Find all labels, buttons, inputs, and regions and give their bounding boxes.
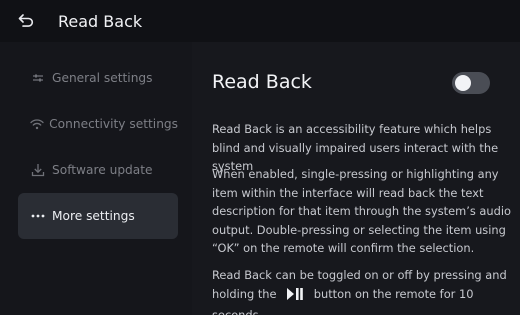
back-button[interactable] <box>0 0 52 42</box>
top-bar: Read Back <box>0 0 520 42</box>
download-icon <box>28 160 48 180</box>
sidebar-item-software-update[interactable]: Software update <box>18 147 178 193</box>
sidebar-item-connectivity-settings[interactable]: Connectivity settings <box>18 101 178 147</box>
usage-paragraph: When enabled, single-pressing or highlig… <box>212 167 511 255</box>
sidebar-item-label: General settings <box>52 71 153 85</box>
play-pause-icon <box>286 287 304 307</box>
page-title: Read Back <box>58 11 143 31</box>
read-back-toggle[interactable] <box>452 72 490 94</box>
more-dots-icon <box>28 206 48 226</box>
sidebar-item-general-settings[interactable]: General settings <box>18 55 178 101</box>
settings-sidebar: General settings Connectivity settings S… <box>0 42 192 315</box>
sidebar-item-more-settings[interactable]: More settings <box>18 193 178 239</box>
sliders-icon <box>28 68 48 88</box>
shortcut-paragraph: Read Back can be toggled on or off by pr… <box>212 266 512 315</box>
sidebar-item-label: Connectivity settings <box>49 117 178 131</box>
settings-panel: Read Back Read Back is an accessibility … <box>192 42 520 315</box>
sidebar-item-label: Software update <box>52 163 153 177</box>
wifi-icon <box>28 114 45 134</box>
sidebar-item-label: More settings <box>52 209 135 223</box>
back-arrow-icon <box>18 14 34 27</box>
section-title: Read Back <box>212 71 312 93</box>
toggle-knob <box>455 75 471 91</box>
